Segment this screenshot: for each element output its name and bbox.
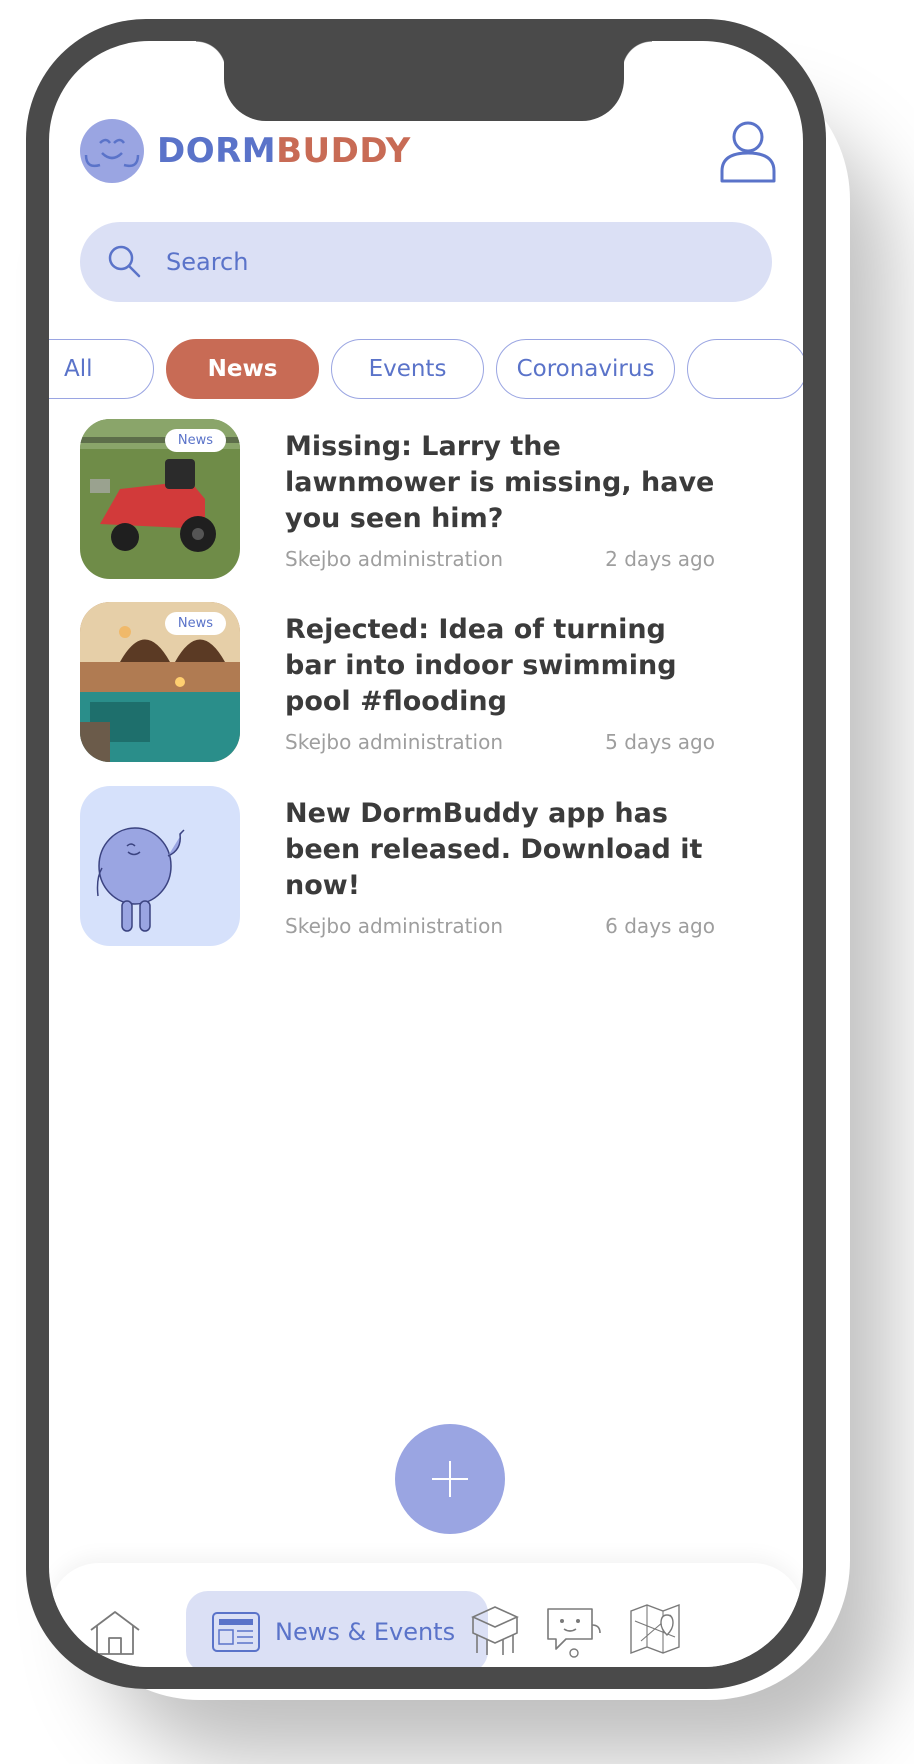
news-time: 6 days ago bbox=[605, 914, 715, 938]
map-icon[interactable] bbox=[627, 1601, 683, 1657]
search-bar[interactable]: Search bbox=[80, 222, 772, 302]
profile-icon[interactable] bbox=[719, 119, 777, 185]
pool-photo: News bbox=[80, 602, 240, 762]
news-time: 5 days ago bbox=[605, 730, 715, 754]
news-title: Missing: Larry the lawnmower is missing,… bbox=[285, 431, 715, 534]
bottom-navigation: News & Events bbox=[49, 1563, 803, 1667]
add-post-button[interactable] bbox=[395, 1424, 505, 1534]
news-meta: Skejbo administration 2 days ago bbox=[285, 547, 715, 571]
search-input[interactable]: Search bbox=[166, 248, 248, 276]
chip-coronavirus[interactable]: Coronavirus bbox=[496, 339, 675, 399]
news-item[interactable]: News Missing: Larry the lawnmower is mis… bbox=[80, 419, 770, 579]
furniture-icon[interactable] bbox=[469, 1603, 521, 1659]
news-meta: Skejbo administration 6 days ago bbox=[285, 914, 715, 938]
mascot-illustration bbox=[80, 786, 240, 946]
chip-events[interactable]: Events bbox=[331, 339, 484, 399]
news-author: Skejbo administration bbox=[285, 730, 503, 754]
logo-icon bbox=[80, 119, 144, 183]
news-time: 2 days ago bbox=[605, 547, 715, 571]
app-name: DORMBUDDY bbox=[157, 131, 411, 171]
phone-frame: DORMBUDDY Search All News Events Coronav… bbox=[26, 19, 826, 1689]
chip-more[interactable] bbox=[687, 339, 803, 399]
news-author: Skejbo administration bbox=[285, 547, 503, 571]
news-author: Skejbo administration bbox=[285, 914, 503, 938]
app-logo[interactable]: DORMBUDDY bbox=[80, 119, 411, 183]
app-name-part2: BUDDY bbox=[276, 131, 411, 171]
app-name-part1: DORM bbox=[157, 131, 277, 171]
news-icon bbox=[212, 1612, 260, 1652]
category-filter: All News Events Coronavirus bbox=[49, 339, 803, 401]
chip-all[interactable]: All bbox=[49, 339, 154, 399]
lawnmower-photo: News bbox=[80, 419, 240, 579]
home-icon[interactable] bbox=[87, 1608, 143, 1658]
news-title: New DormBuddy app has been released. Dow… bbox=[285, 798, 703, 901]
news-item[interactable]: News Rejected: Idea of turning bar into … bbox=[80, 602, 770, 762]
news-title: Rejected: Idea of turning bar into indoo… bbox=[285, 614, 677, 717]
news-item[interactable]: New DormBuddy app has been released. Dow… bbox=[80, 786, 770, 946]
nav-news-events-label: News & Events bbox=[275, 1618, 456, 1646]
news-badge: News bbox=[164, 429, 226, 452]
chat-icon[interactable] bbox=[544, 1603, 604, 1659]
chip-news[interactable]: News bbox=[166, 339, 319, 399]
notch bbox=[196, 41, 652, 121]
screen: DORMBUDDY Search All News Events Coronav… bbox=[49, 41, 803, 1667]
news-badge: News bbox=[164, 612, 226, 635]
search-icon bbox=[108, 245, 141, 278]
news-meta: Skejbo administration 5 days ago bbox=[285, 730, 715, 754]
nav-news-events[interactable]: News & Events bbox=[186, 1591, 488, 1667]
